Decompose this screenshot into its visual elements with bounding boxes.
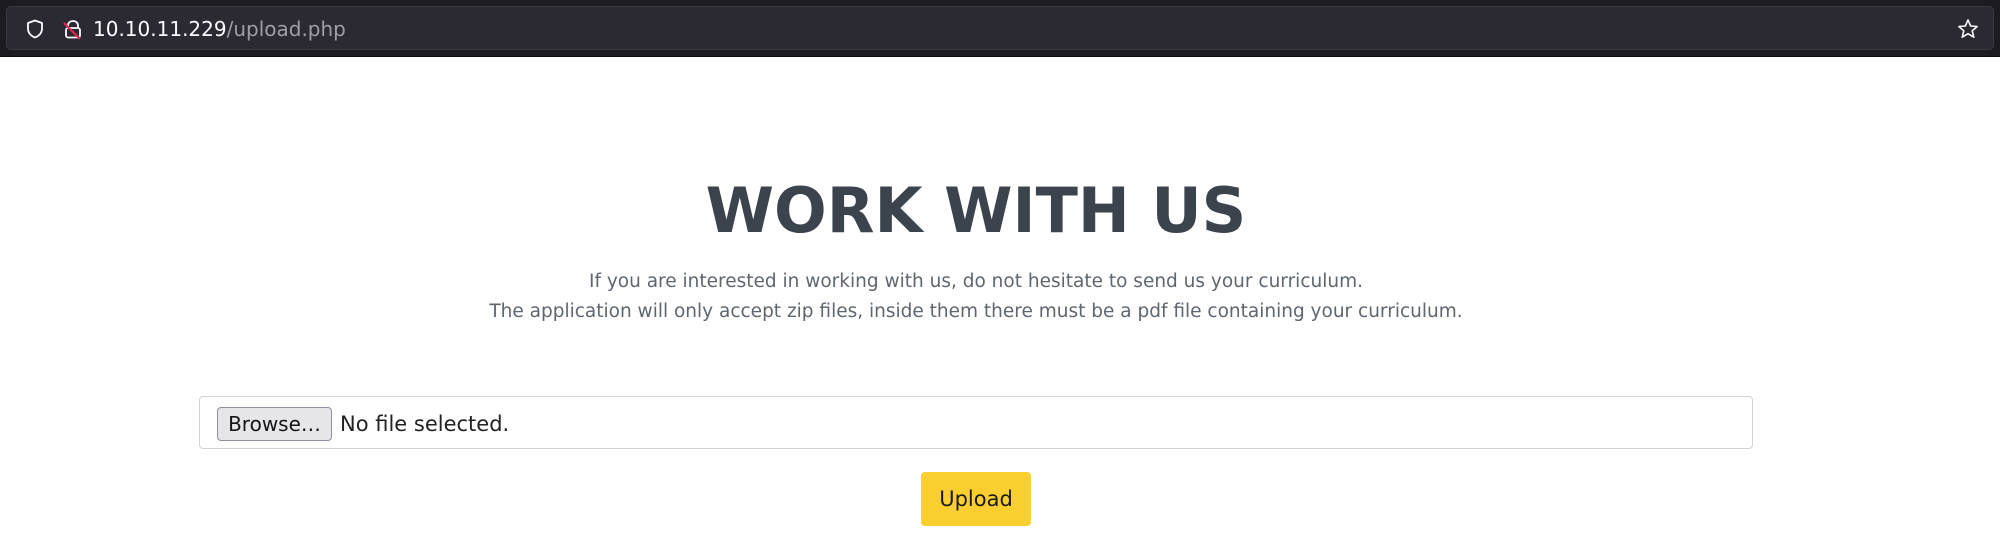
url-host: 10.10.11.229	[93, 17, 227, 41]
page-title: WORK WITH US	[705, 174, 1247, 247]
file-input[interactable]: Browse… No file selected.	[199, 396, 1753, 449]
shield-icon[interactable]	[25, 19, 45, 39]
file-status-text: No file selected.	[340, 412, 510, 436]
browse-button[interactable]: Browse…	[217, 407, 332, 441]
star-icon[interactable]	[1957, 18, 1979, 40]
page-content: WORK WITH US If you are interested in wo…	[0, 57, 2000, 543]
insecure-lock-icon[interactable]	[62, 18, 84, 40]
url-path: /upload.php	[226, 17, 346, 41]
address-bar[interactable]: 10.10.11.229/upload.php	[6, 6, 1994, 50]
browser-toolbar: 10.10.11.229/upload.php	[0, 0, 2000, 57]
description-line-2: The application will only accept zip fil…	[489, 301, 1463, 322]
description-line-1: If you are interested in working with us…	[588, 271, 1363, 292]
url-text[interactable]: 10.10.11.229/upload.php	[93, 17, 346, 41]
upload-button[interactable]: Upload	[921, 472, 1031, 526]
